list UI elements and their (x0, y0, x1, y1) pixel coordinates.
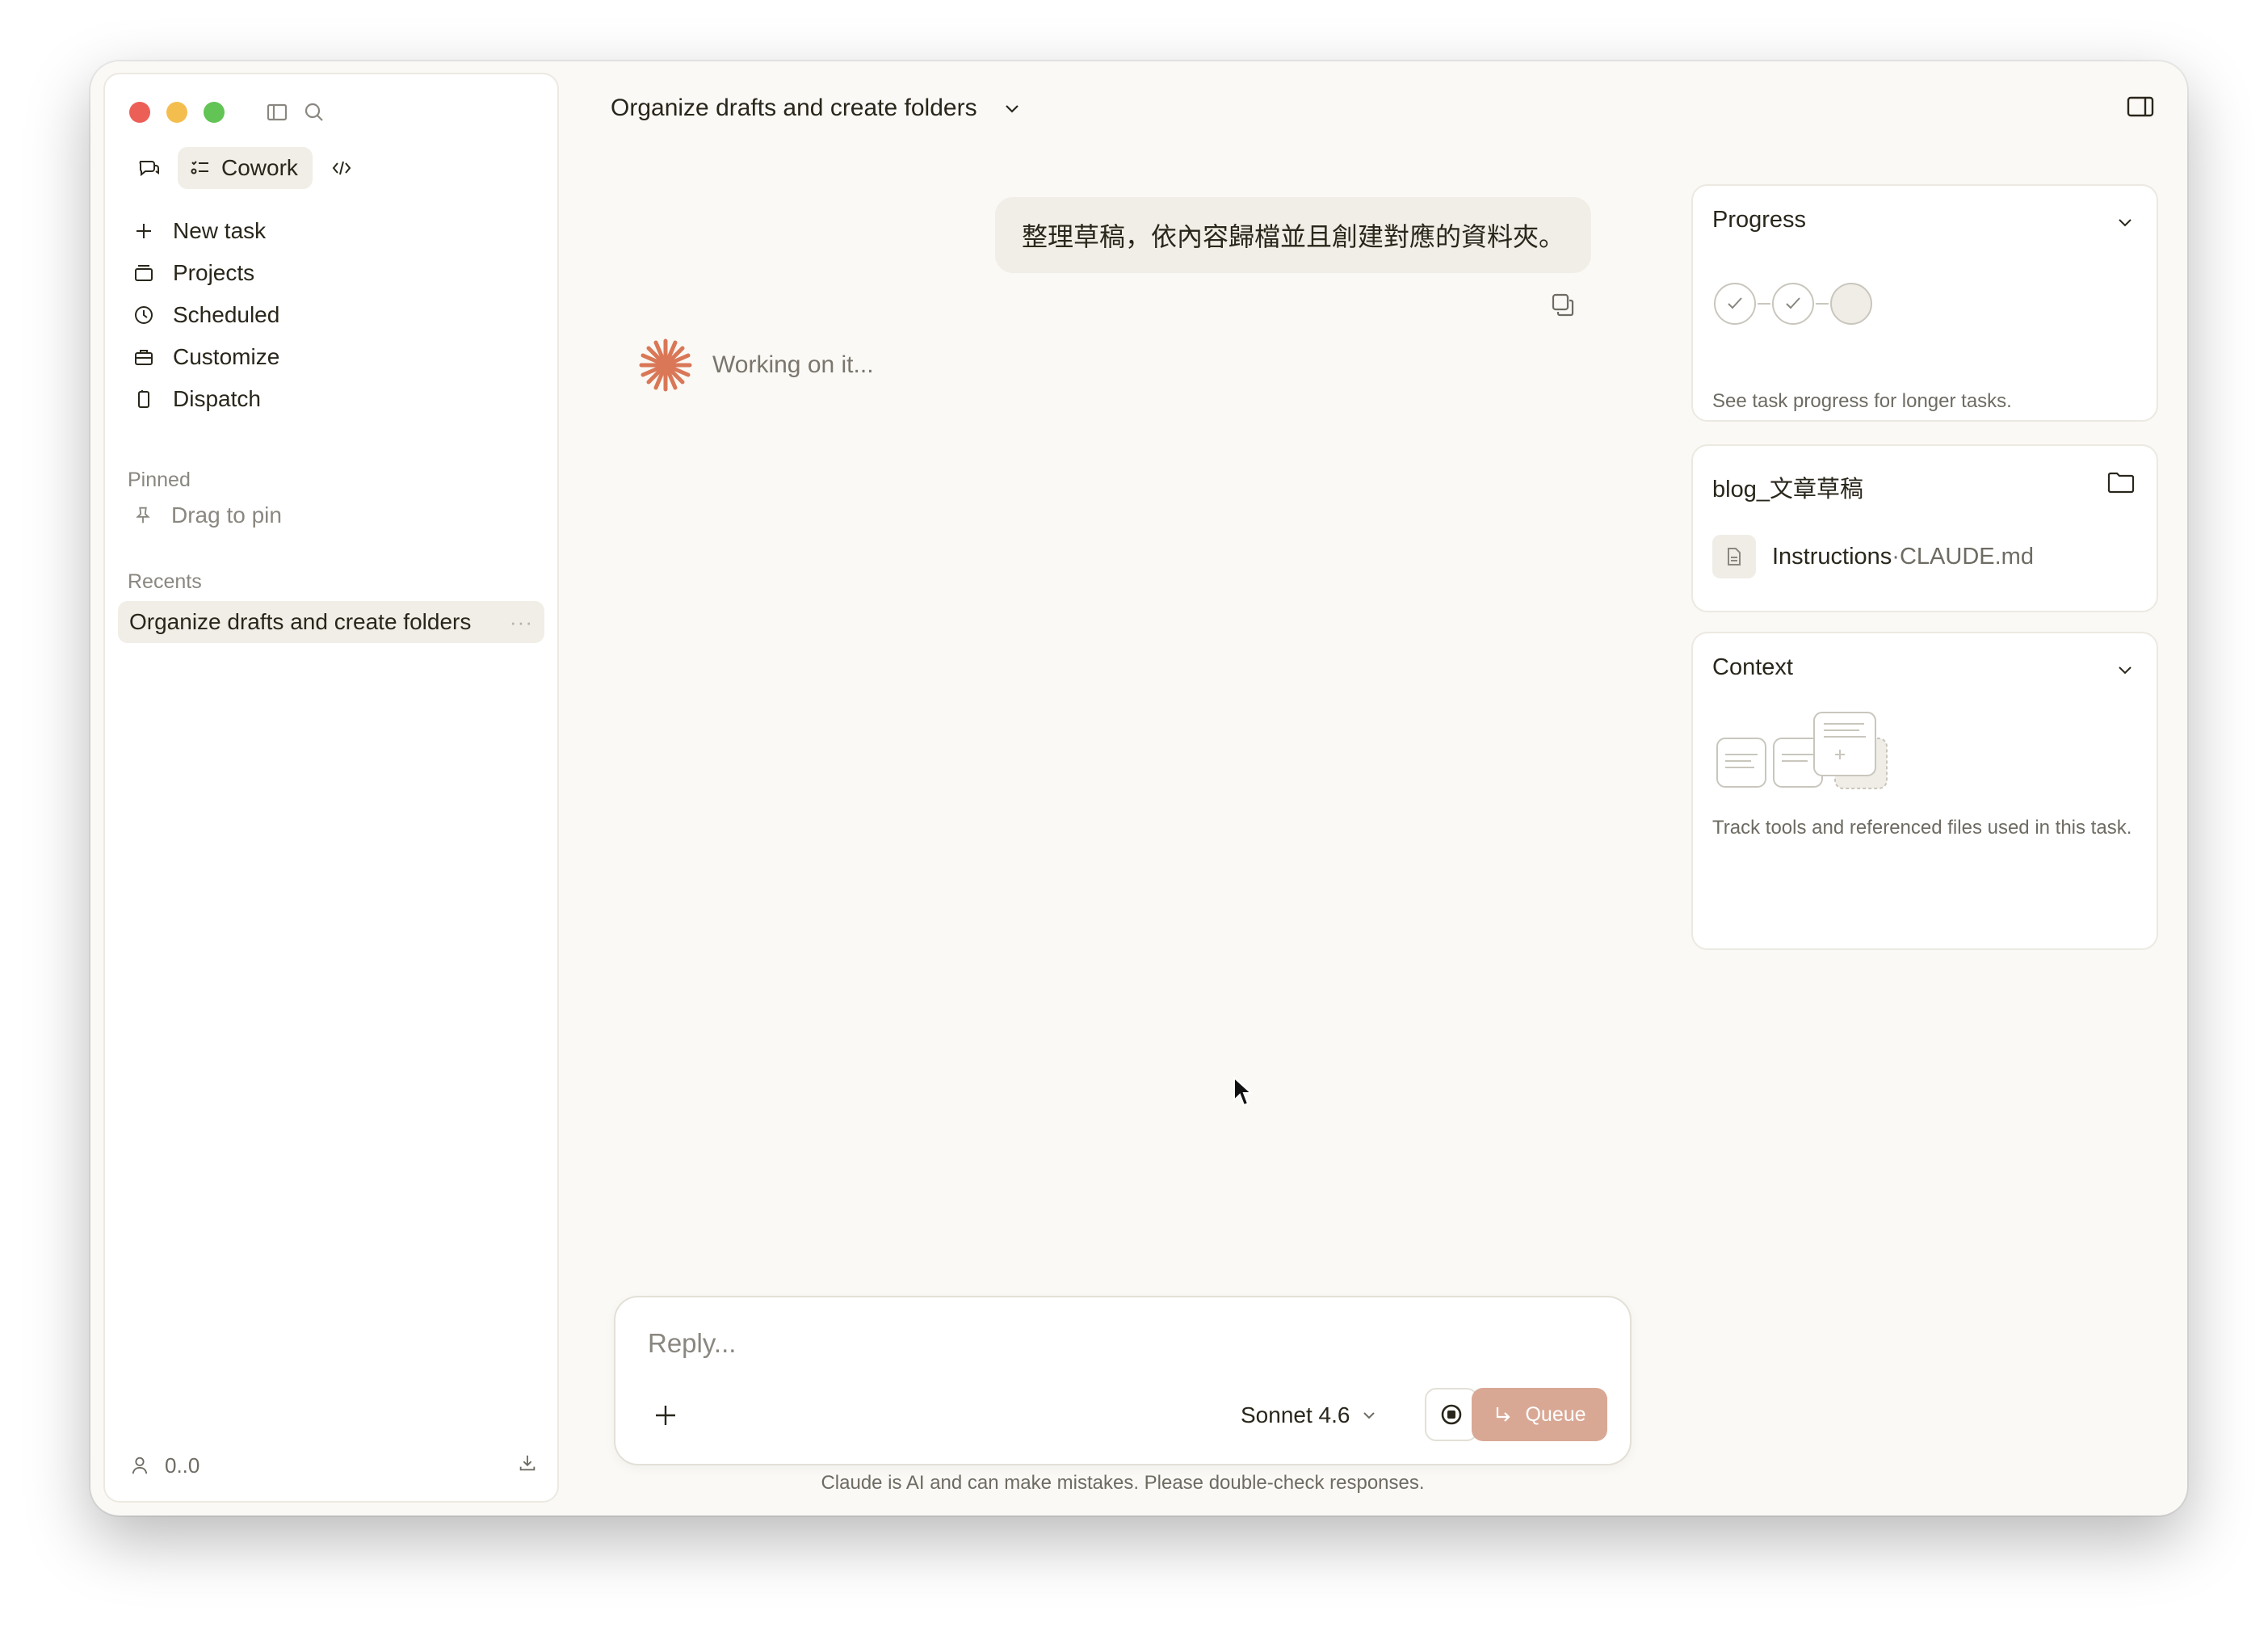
user-name: 0..0 (165, 1453, 200, 1478)
folder-icon[interactable] (2106, 469, 2136, 498)
folder-card: blog_文章草稿 Instructions · CLAUDE.md (1691, 444, 2158, 612)
recent-item-label: Organize drafts and create folders (129, 609, 472, 634)
drag-to-pin-area[interactable]: Drag to pin (132, 502, 282, 528)
nav-label: Projects (173, 260, 255, 285)
chevron-down-icon (1005, 105, 1018, 113)
sidebar-nav: New task Projects Scheduled Customize Di… (129, 210, 541, 420)
queue-label: Queue (1525, 1402, 1586, 1426)
context-description: Track tools and referenced files used in… (1712, 817, 2132, 839)
pinned-section-label: Pinned (128, 469, 191, 491)
briefcase-icon (135, 350, 153, 365)
queue-button[interactable]: Queue (1472, 1388, 1607, 1441)
sidebar-footer: 0..0 (129, 1448, 538, 1483)
nav-scheduled[interactable]: Scheduled (129, 294, 541, 336)
user-icon (132, 1457, 148, 1474)
folder-title: blog_文章草稿 (1712, 477, 1863, 502)
progress-card: Progress See task progress for longer ta… (1691, 184, 2158, 422)
cowork-label: Cowork (221, 155, 298, 180)
drag-to-pin-label: Drag to pin (171, 502, 282, 528)
recent-item[interactable]: Organize drafts and create folders ··· (118, 601, 544, 643)
phone-icon (138, 390, 149, 408)
chat-mode-button[interactable] (129, 149, 168, 187)
chevron-down-icon (1363, 1412, 1376, 1419)
nav-label: Scheduled (173, 302, 280, 327)
nav-label: Dispatch (173, 386, 261, 411)
minimize-window-button[interactable] (166, 102, 187, 123)
nav-customize[interactable]: Customize (129, 336, 541, 378)
search-icon[interactable] (302, 100, 326, 124)
assistant-status: Working on it... (638, 338, 874, 393)
pin-icon (136, 507, 150, 523)
stop-icon (1441, 1404, 1462, 1425)
chat-icon (139, 161, 159, 177)
step-pending-icon (1830, 283, 1872, 325)
instructions-file-row[interactable]: Instructions · CLAUDE.md (1712, 535, 2034, 578)
mouse-cursor-icon (1233, 1076, 1254, 1107)
code-mode-button[interactable] (322, 149, 361, 187)
cowork-mode-button[interactable]: Cowork (178, 147, 313, 189)
claude-spark-icon (639, 338, 692, 392)
app-window: Cowork New task Projects Scheduled Custo… (90, 61, 2187, 1516)
nav-new-task[interactable]: New task (129, 210, 541, 252)
nav-projects[interactable]: Projects (129, 252, 541, 294)
plus-icon (656, 1406, 675, 1425)
stop-button[interactable] (1425, 1388, 1478, 1441)
step-complete-icon (1772, 283, 1814, 325)
disclaimer: Claude is AI and can make mistakes. Plea… (821, 1472, 1425, 1494)
right-panel-toggle-icon[interactable] (2126, 94, 2155, 124)
add-attachment-button[interactable] (648, 1398, 683, 1433)
progress-steps (1714, 283, 1872, 325)
nav-dispatch[interactable]: Dispatch (129, 378, 541, 420)
composer: Sonnet 4.6 Queue (614, 1296, 1632, 1465)
chevron-down-icon[interactable] (2115, 212, 2136, 237)
plus-icon (136, 224, 151, 238)
maximize-window-button[interactable] (204, 102, 225, 123)
user-message-text: 整理草稿，依內容歸檔並且創建對應的資料夾。 (1021, 222, 1564, 251)
user-account[interactable]: 0..0 (129, 1453, 200, 1478)
user-message-bubble: 整理草稿，依內容歸檔並且創建對應的資料夾。 (995, 197, 1591, 273)
model-selector[interactable]: Sonnet 4.6 (1241, 1398, 1377, 1433)
reply-input[interactable] (648, 1328, 1213, 1359)
context-card: Context Track tools and referenced files… (1691, 632, 2158, 950)
step-complete-icon (1714, 283, 1756, 325)
file-label: Instructions (1772, 543, 1892, 570)
sidebar-toggle-icon[interactable] (265, 100, 289, 124)
context-title: Context (1712, 654, 1793, 680)
progress-description: See task progress for longer tasks. (1712, 390, 2012, 412)
progress-title: Progress (1712, 207, 1807, 233)
conversation-title[interactable]: Organize drafts and create folders (611, 86, 1023, 131)
file-separator: · (1892, 543, 1900, 570)
copy-icon[interactable] (1549, 291, 1577, 322)
nav-label: Customize (173, 344, 280, 369)
sidebar: Cowork New task Projects Scheduled Custo… (103, 73, 559, 1503)
code-icon (332, 161, 351, 175)
nav-label: New task (173, 218, 267, 243)
status-text: Working on it... (712, 351, 874, 378)
more-options-icon[interactable]: ··· (510, 610, 533, 635)
enter-arrow-icon (1497, 1407, 1511, 1422)
task-list-icon (191, 161, 208, 174)
model-name: Sonnet 4.6 (1241, 1402, 1350, 1427)
document-icon (1712, 535, 1756, 578)
projects-icon (135, 265, 153, 281)
conversation-title-text: Organize drafts and create folders (611, 95, 977, 121)
file-name: CLAUDE.md (1899, 543, 2034, 570)
clock-icon (135, 306, 153, 324)
mode-switcher: Cowork (129, 147, 361, 189)
recents-section-label: Recents (128, 570, 202, 593)
chevron-down-icon[interactable] (2115, 659, 2136, 684)
close-window-button[interactable] (129, 102, 150, 123)
context-illustration-icon (1716, 712, 1888, 789)
download-icon[interactable] (517, 1453, 538, 1479)
